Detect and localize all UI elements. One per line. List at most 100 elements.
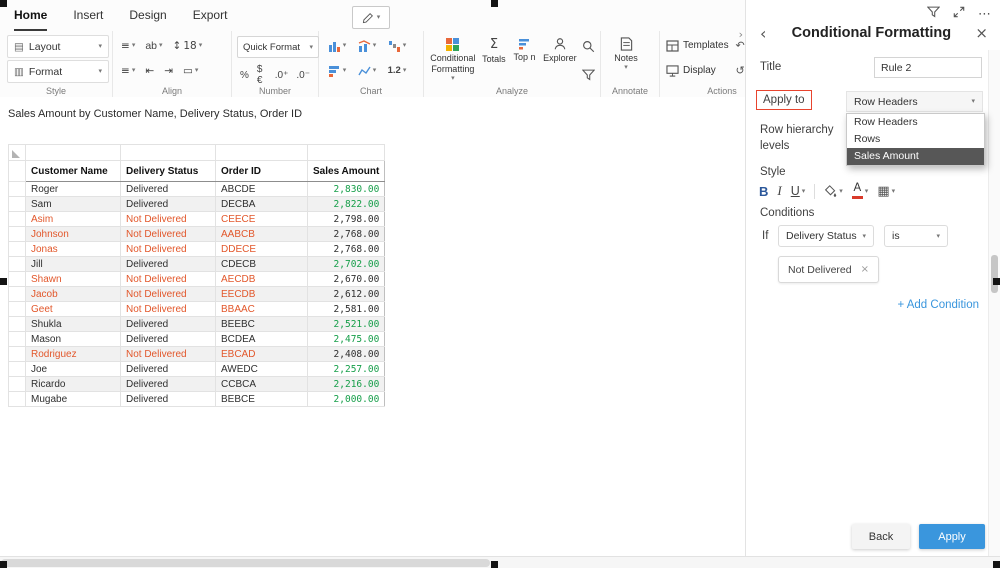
customer-cell: Jonas — [25, 241, 121, 257]
tab-design[interactable]: Design — [129, 0, 166, 31]
condition-field-dropdown[interactable]: Delivery Status ▾ — [778, 225, 874, 247]
increase-indent-button[interactable]: ⇥ — [161, 64, 176, 78]
tab-export[interactable]: Export — [193, 0, 228, 31]
refresh-button[interactable]: ↺ — [735, 64, 744, 77]
vertical-scrollbar-thumb[interactable] — [991, 255, 998, 293]
shape-icon: ▭ — [182, 64, 193, 77]
templates-button[interactable]: Templates — [663, 33, 732, 58]
table-row[interactable]: Mugabe Delivered BEBCE 2,000.00 — [8, 391, 386, 407]
layout-button[interactable]: ▤ Layout ▾ — [7, 35, 109, 58]
increase-decimals-button[interactable]: .0⁺ — [275, 70, 289, 81]
apply-to-option[interactable]: Row Headers — [847, 114, 984, 131]
column-chart-button[interactable]: ▾ — [322, 33, 352, 58]
table-row[interactable]: Shawn Not Delivered AECDB 2,670.00 — [8, 271, 386, 287]
horizontal-scrollbar[interactable] — [0, 556, 1000, 568]
quick-format-dropdown[interactable]: Quick Format ▾ — [237, 36, 319, 58]
resize-handle[interactable] — [0, 278, 7, 285]
row-height-control[interactable]: ↕ 18 ▾ — [170, 39, 206, 53]
operator-dropdown[interactable]: is ▾ — [884, 225, 948, 247]
group-number: Quick Format ▾ % $ € .0⁺ .0⁻ Number — [232, 31, 319, 97]
currency-format-button[interactable]: $ € — [257, 64, 267, 86]
chevron-down-icon: ▾ — [131, 66, 136, 74]
apply-to-option[interactable]: Rows — [847, 131, 984, 148]
vertical-scrollbar[interactable] — [988, 50, 1000, 556]
select-all-corner[interactable] — [8, 144, 26, 161]
chevron-down-icon: ▾ — [131, 41, 136, 49]
tab-insert[interactable]: Insert — [73, 0, 103, 31]
underline-button[interactable]: U ▾ — [791, 184, 806, 198]
row-gutter-cell — [8, 181, 26, 197]
fill-color-button[interactable]: ▾ — [824, 184, 843, 198]
cell-shape-button[interactable]: ▭ ▾ — [180, 64, 201, 78]
percent-format-button[interactable]: % — [240, 70, 249, 81]
table-row[interactable]: Shukla Delivered BEEBC 2,521.00 — [8, 316, 386, 332]
vertical-align-button[interactable]: ≡ ▾ — [118, 64, 138, 78]
rule-title-input[interactable] — [874, 57, 982, 78]
format-button[interactable]: ▥ Format ▾ — [7, 60, 109, 83]
decrease-decimals-button[interactable]: .0⁻ — [296, 70, 310, 81]
display-button[interactable]: Display — [663, 58, 732, 83]
borders-button[interactable]: ▦ ▾ — [877, 184, 895, 199]
apply-button[interactable]: Apply — [919, 524, 985, 549]
italic-button[interactable]: I — [777, 183, 781, 199]
column-header[interactable]: Sales Amount — [306, 160, 386, 182]
column-header[interactable]: Order ID — [215, 160, 308, 182]
tab-home[interactable]: Home — [14, 0, 48, 31]
format-icon: ▥ — [14, 65, 24, 78]
column-header[interactable]: Delivery Status — [120, 160, 216, 182]
explorer-button[interactable]: Explorer — [540, 33, 580, 64]
edit-mode-button[interactable]: ▾ — [352, 6, 390, 29]
bar-chart-button[interactable]: ▾ — [322, 58, 352, 83]
row-gutter-cell — [8, 226, 26, 242]
horizontal-align-button[interactable]: ≡ ▾ — [118, 39, 138, 53]
filter-button[interactable] — [581, 68, 596, 86]
amount-cell: 2,581.00 — [306, 301, 386, 317]
resize-handle[interactable] — [491, 561, 498, 568]
apply-to-dropdown[interactable]: Row Headers ▾ — [846, 91, 983, 112]
table-row[interactable]: Joe Delivered AWEDC 2,257.00 — [8, 361, 386, 377]
table-row[interactable]: Jill Delivered CDECB 2,702.00 — [8, 256, 386, 272]
horizontal-scrollbar-thumb[interactable] — [1, 559, 490, 567]
font-color-button[interactable]: A ▾ — [851, 183, 868, 199]
table-row[interactable]: Roger Delivered ABCDE 2,830.00 — [8, 181, 386, 197]
conditional-formatting-button[interactable]: Conditional Formatting ▾ — [427, 33, 479, 82]
ribbon-collapse-chevron[interactable]: › — [739, 28, 743, 41]
table-row[interactable]: Mason Delivered BCDEA 2,475.00 — [8, 331, 386, 347]
condition-value-chip[interactable]: Not Delivered × — [778, 256, 880, 283]
table-row[interactable]: Sam Delivered DECBA 2,822.00 — [8, 196, 386, 212]
resize-handle[interactable] — [0, 0, 7, 7]
table-row[interactable]: Johnson Not Delivered AABCB 2,768.00 — [8, 226, 386, 242]
number-format-chart-button[interactable]: 1.2 ▾ — [382, 58, 412, 83]
resize-handle[interactable] — [0, 561, 7, 568]
resize-handle[interactable] — [993, 561, 1000, 568]
table-row[interactable]: Rodriguez Not Delivered EBCAD 2,408.00 — [8, 346, 386, 362]
apply-to-option[interactable]: Sales Amount — [847, 148, 984, 165]
notes-button[interactable]: Notes ▾ — [604, 33, 648, 71]
line-chart-icon — [358, 66, 371, 75]
wrap-text-button[interactable]: ab ▾ — [142, 39, 165, 53]
totals-button[interactable]: Σ Totals — [479, 33, 510, 64]
top-n-button[interactable]: Top n — [509, 33, 540, 63]
resize-handle[interactable] — [491, 0, 498, 7]
table-row[interactable]: Jacob Not Delivered EECDB 2,612.00 — [8, 286, 386, 302]
back-button[interactable]: Back — [852, 524, 910, 549]
table-row[interactable]: Geet Not Delivered BBAAC 2,581.00 — [8, 301, 386, 317]
search-button[interactable] — [582, 40, 595, 58]
combo-chart-button[interactable]: ▾ — [352, 33, 382, 58]
table-row[interactable]: Jonas Not Delivered DDECE 2,768.00 — [8, 241, 386, 257]
bold-button[interactable]: B — [759, 184, 768, 199]
table-row[interactable]: Ricardo Delivered CCBCA 2,216.00 — [8, 376, 386, 392]
customer-cell: Johnson — [25, 226, 121, 242]
add-condition-link[interactable]: + Add Condition — [897, 299, 979, 311]
resize-handle[interactable] — [993, 278, 1000, 285]
table-row[interactable]: Asim Not Delivered CEECE 2,798.00 — [8, 211, 386, 227]
amount-cell: 2,830.00 — [306, 181, 386, 197]
chevron-down-icon: ▾ — [194, 66, 199, 74]
decrease-indent-button[interactable]: ⇤ — [142, 64, 157, 78]
close-icon[interactable]: × — [972, 24, 991, 42]
waterfall-chart-button[interactable]: ▾ — [382, 33, 412, 58]
chip-close-icon[interactable]: × — [861, 264, 869, 275]
column-header[interactable]: Customer Name — [25, 160, 121, 182]
panel-back-chevron[interactable]: ‹ — [756, 24, 770, 43]
line-chart-button[interactable]: ▾ — [352, 58, 382, 83]
